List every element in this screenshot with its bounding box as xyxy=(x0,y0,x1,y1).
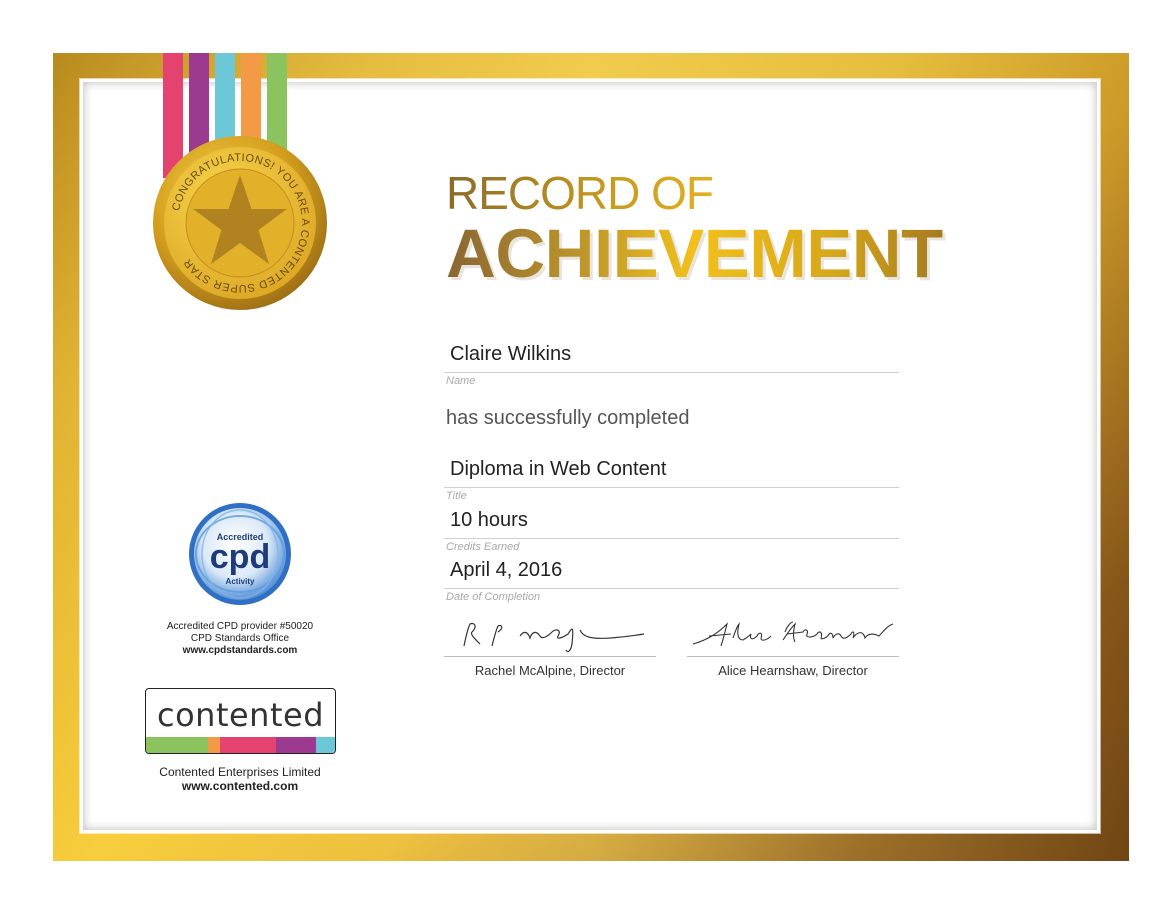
date-caption: Date of Completion xyxy=(446,591,541,603)
signature-1-name: Rachel McAlpine, Director xyxy=(474,663,626,678)
signature-1-image xyxy=(463,622,645,653)
title-field: Diploma in Web Content Title xyxy=(444,458,899,502)
contented-logo-word: contented xyxy=(156,696,324,734)
course-title-value: Diploma in Web Content xyxy=(450,458,667,480)
logo-bar-segment xyxy=(316,737,335,753)
logo-bar-segment xyxy=(208,737,220,753)
date-field: April 4, 2016 Date of Completion xyxy=(444,559,899,603)
company-name: Contented Enterprises Limited xyxy=(159,765,321,779)
date-underline xyxy=(444,588,899,589)
cpd-badge-main: cpd xyxy=(210,538,270,576)
contented-logo-color-bar xyxy=(146,737,335,753)
cpd-url: www.cpdstandards.com xyxy=(182,645,298,656)
name-value: Claire Wilkins xyxy=(450,343,572,365)
signature-block-1: Rachel McAlpine, Director xyxy=(444,610,656,678)
completed-statement: has successfully completed xyxy=(446,407,690,429)
cpd-provider-line: Accredited CPD provider #50020 xyxy=(166,621,314,632)
company-url: www.contented.com xyxy=(181,779,299,793)
contented-logo: contented xyxy=(145,688,336,754)
logo-bar-segment xyxy=(146,737,209,753)
signature-2-name: Alice Hearnshaw, Director xyxy=(718,663,868,678)
cpd-office-line: CPD Standards Office xyxy=(190,633,290,644)
credits-field: 10 hours Credits Earned xyxy=(444,509,899,553)
cpd-provider-info: Accredited CPD provider #50020 CPD Stand… xyxy=(140,621,340,657)
medal-badge: CONGRATULATIONS! YOU ARE A CONTENTED SUP… xyxy=(153,136,327,310)
logo-bar-segment xyxy=(219,737,277,753)
logo-bar-segment xyxy=(276,737,317,753)
signature-1-line xyxy=(444,656,656,657)
signature-block-2: Alice Hearnshaw, Director xyxy=(687,610,899,678)
credits-value: 10 hours xyxy=(450,509,528,531)
signature-2-image xyxy=(692,621,894,647)
cpd-badge-bottom: Activity xyxy=(226,577,255,586)
date-value: April 4, 2016 xyxy=(450,559,563,581)
cpd-accreditation-badge: Accredited cpd Activity xyxy=(189,503,291,605)
title-underline xyxy=(444,487,899,488)
signature-2-line xyxy=(687,656,899,657)
credits-underline xyxy=(444,538,899,539)
title-line-2: ACHIEVEMENT xyxy=(446,215,943,292)
company-info: Contented Enterprises Limited www.conten… xyxy=(130,765,350,793)
credits-caption: Credits Earned xyxy=(446,541,520,553)
name-caption: Name xyxy=(446,375,476,387)
title-line-1: RECORD OF xyxy=(446,167,714,219)
name-field: Claire Wilkins Name xyxy=(444,343,899,387)
title-caption: Title xyxy=(446,490,467,502)
name-underline xyxy=(444,372,899,373)
